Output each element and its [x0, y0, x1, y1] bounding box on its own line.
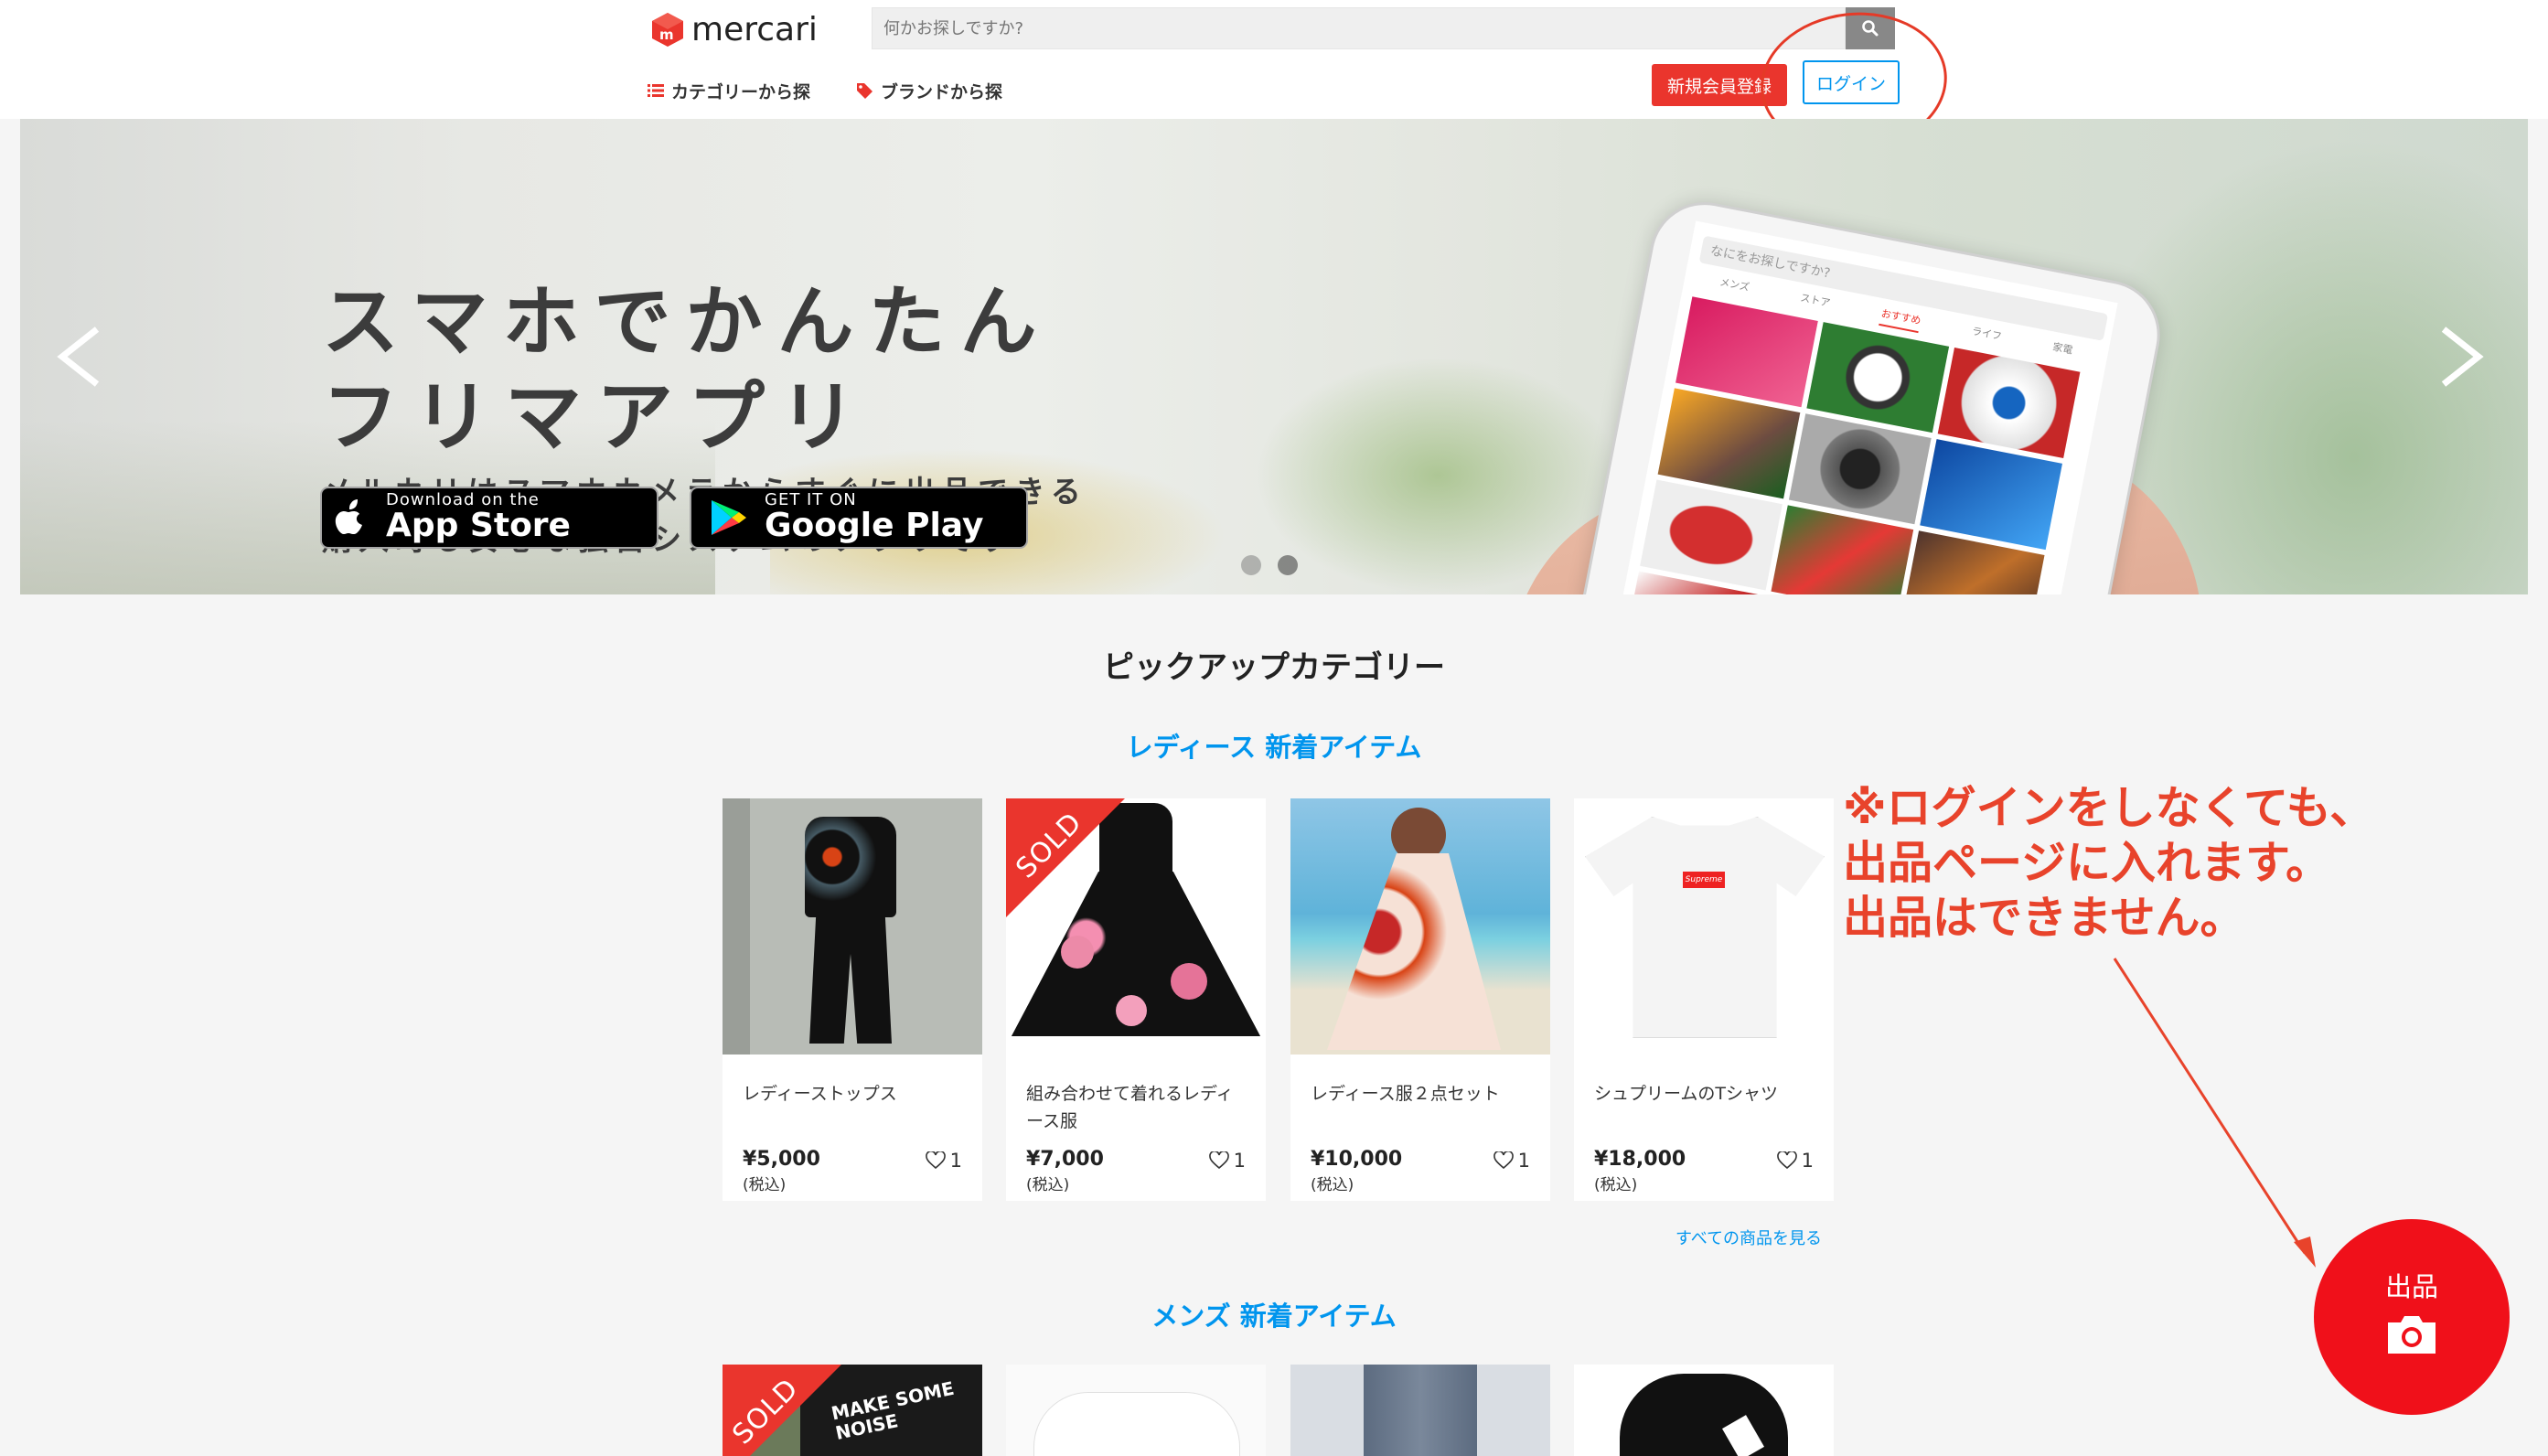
product-card[interactable]: SOLD 組み合わせて着れるレディース服 ¥7,000 (税込) 1 — [1006, 798, 1266, 1201]
annotation-line: 出品はできません。 — [1843, 892, 2245, 944]
google-play-icon — [712, 500, 746, 535]
pickup-category-title: ピックアップカテゴリー — [1103, 649, 1445, 686]
google-play-badge[interactable]: GET IT ON Google Play — [690, 487, 1028, 549]
product-card[interactable] — [1290, 1365, 1550, 1456]
search-input[interactable] — [873, 8, 1842, 48]
carousel-next-icon[interactable] — [2435, 325, 2489, 392]
product-name: レディーストップス — [743, 1084, 897, 1104]
annotation-line: 出品ページに入れます。 — [1843, 837, 2331, 889]
sell-button-label: 出品 — [2384, 1271, 2438, 1302]
phone-tab: メンズ — [1718, 275, 1750, 294]
like-number: 1 — [1233, 1150, 1246, 1172]
nav-brand-label: ブランドから探 — [881, 81, 1003, 102]
mercari-logo-icon: m — [649, 11, 686, 48]
product-card[interactable] — [1574, 1365, 1834, 1456]
annotation-note: ※ログインをしなくても、 出品ページに入れます。 出品はできません。 — [1843, 781, 2410, 946]
ladies-new-items-title[interactable]: レディース 新着アイテム — [0, 726, 2548, 765]
product-price: ¥5,000 — [743, 1148, 820, 1171]
product-image: Supreme — [1574, 798, 1834, 1055]
annotation-arrow-icon — [2113, 958, 2316, 1268]
product-price: ¥10,000 — [1311, 1148, 1403, 1171]
product-image — [723, 798, 982, 1055]
phone-tab: ライフ — [1970, 325, 2003, 343]
like-number: 1 — [1517, 1150, 1530, 1172]
phone-item-watch — [1806, 322, 1950, 434]
svg-text:m: m — [659, 27, 674, 43]
carousel-dot-active[interactable] — [1278, 555, 1298, 575]
product-image — [1290, 1365, 1550, 1456]
supreme-logo: Supreme — [1683, 872, 1725, 888]
sell-button[interactable]: 出品 — [2314, 1219, 2510, 1415]
carousel-prev-icon[interactable] — [51, 325, 106, 392]
phone-tab: おすすめ — [1879, 305, 1922, 334]
phone-item-pot — [1640, 479, 1783, 591]
shirt-print-text: MAKE SOME NOISE — [829, 1376, 957, 1445]
nav-brand-search[interactable]: ブランドから探 — [855, 77, 1002, 104]
product-card[interactable]: レディース服２点セット ¥10,000 (税込) 1 — [1290, 798, 1550, 1201]
product-name: 組み合わせて着れるレディース服 — [1026, 1084, 1234, 1131]
list-icon — [648, 84, 664, 97]
camera-icon — [2388, 1316, 2436, 1354]
logo-text: mercari — [691, 10, 818, 48]
hero-banner[interactable]: なにをお探しですか? メンズ ストア おすすめ ライフ 家電 スマホでかんたん … — [20, 119, 2528, 594]
like-count[interactable]: 1 — [1493, 1150, 1530, 1172]
product-image — [1574, 1365, 1834, 1456]
header: m mercari カテゴリーから探 ブランドから探 新規会員登録 ログイン — [0, 0, 2548, 119]
see-all-products-link[interactable]: すべての商品を見る — [1675, 1226, 1822, 1249]
annotation-line: ※ログインをしなくても、 — [1843, 782, 2375, 834]
mens-new-items-title[interactable]: メンズ 新着アイテム — [0, 1295, 2548, 1333]
like-number: 1 — [1801, 1150, 1814, 1172]
product-tax-note: (税込) — [743, 1176, 787, 1194]
heart-icon — [1776, 1151, 1797, 1170]
phone-item-teapot — [1937, 348, 2081, 458]
heart-icon — [925, 1151, 946, 1170]
heart-icon — [1208, 1151, 1229, 1170]
apple-icon — [335, 499, 362, 534]
phone-item-jacket — [1920, 439, 2062, 551]
phone-screen: なにをお探しですか? メンズ ストア おすすめ ライフ 家電 — [1601, 220, 2118, 594]
like-count[interactable]: 1 — [1776, 1150, 1814, 1172]
product-card[interactable]: Supreme シュプリームのTシャツ ¥18,000 (税込) 1 — [1574, 798, 1834, 1201]
tag-icon — [857, 83, 873, 99]
nav-category-label: カテゴリーから探 — [671, 81, 811, 102]
app-store-badge[interactable]: Download on the App Store — [320, 487, 658, 549]
product-card[interactable]: MAKE SOME NOISE SOLD — [723, 1365, 982, 1456]
mercari-logo[interactable]: m mercari — [649, 7, 818, 51]
product-tax-note: (税込) — [1311, 1176, 1354, 1194]
nav-category-search[interactable]: カテゴリーから探 — [648, 77, 810, 104]
google-play-big-text: Google Play — [765, 507, 984, 544]
banner-title-line: スマホでかんたん — [322, 277, 1052, 367]
banner-title-line: フリマアプリ — [322, 372, 872, 462]
product-card[interactable]: レディーストップス ¥5,000 (税込) 1 — [723, 798, 982, 1201]
product-name: レディース服２点セット — [1311, 1084, 1500, 1104]
phone-item-toy — [1657, 388, 1801, 499]
phone-item-camera — [1788, 413, 1932, 525]
heart-icon — [1493, 1151, 1514, 1170]
like-number: 1 — [949, 1150, 962, 1172]
carousel-dot[interactable] — [1241, 555, 1261, 575]
product-price: ¥7,000 — [1026, 1148, 1104, 1171]
product-tax-note: (税込) — [1026, 1176, 1070, 1194]
product-tax-note: (税込) — [1594, 1176, 1638, 1194]
search-box — [872, 7, 1846, 49]
product-image — [1006, 1365, 1266, 1456]
product-price: ¥18,000 — [1594, 1148, 1686, 1171]
banner-title: スマホでかんたん フリマアプリ — [322, 274, 1237, 465]
like-count[interactable]: 1 — [1208, 1150, 1246, 1172]
product-image: SOLD — [1006, 798, 1266, 1055]
product-name: シュプリームのTシャツ — [1594, 1084, 1779, 1104]
app-store-big-text: App Store — [386, 507, 571, 544]
phone-tab: ストア — [1799, 292, 1832, 310]
phone-item-sweater — [1675, 296, 1818, 408]
phone-tab: 家電 — [2051, 340, 2074, 357]
product-image — [1290, 798, 1550, 1055]
product-card[interactable] — [1006, 1365, 1266, 1456]
like-count[interactable]: 1 — [925, 1150, 962, 1172]
